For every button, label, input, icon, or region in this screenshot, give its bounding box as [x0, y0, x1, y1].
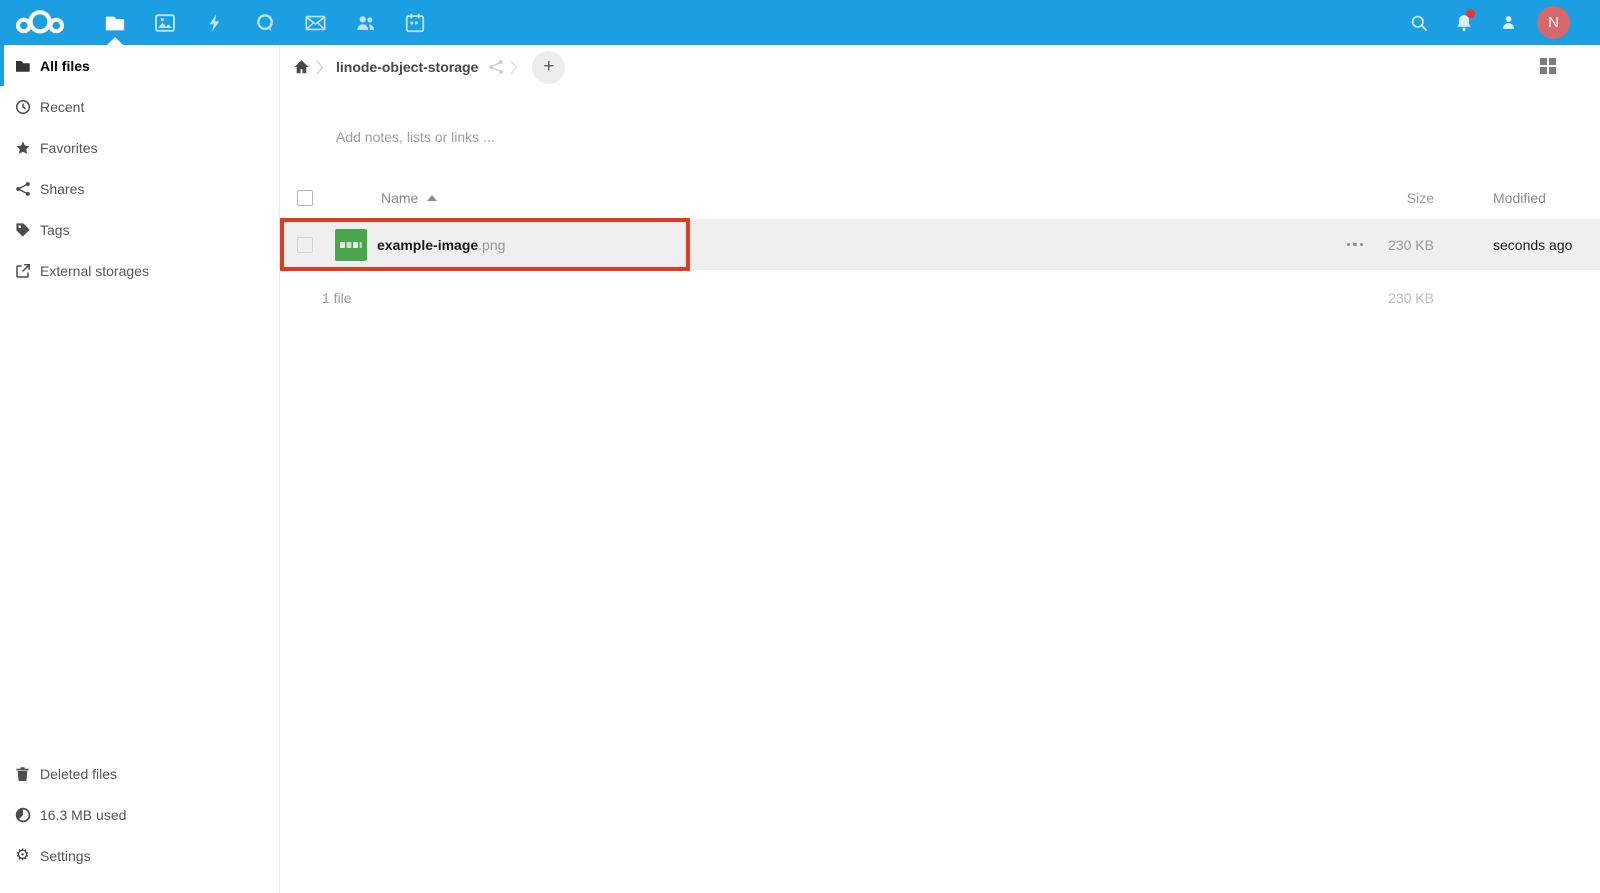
grid-icon — [1549, 58, 1556, 65]
sidebar-item-quota[interactable]: 16.3 MB used — [0, 794, 279, 835]
quota-pie-icon — [14, 806, 31, 823]
calendar-icon — [404, 12, 426, 34]
files-content: linode-object-storage + Add notes, lists… — [280, 45, 1600, 893]
clock-icon — [14, 98, 31, 115]
file-count-summary: 1 file — [322, 290, 352, 306]
app-calendar[interactable] — [390, 0, 440, 45]
files-sidebar: All files Recent Favorites Shares Tags E… — [0, 45, 280, 893]
sort-ascending-icon[interactable] — [427, 195, 437, 201]
sidebar-item-label: All files — [40, 58, 90, 74]
sidebar-item-tags[interactable]: Tags — [0, 209, 279, 250]
tag-icon — [14, 221, 31, 238]
sidebar-item-label: Recent — [40, 99, 84, 115]
user-avatar[interactable]: N — [1537, 6, 1570, 39]
sidebar-item-all-files[interactable]: All files — [0, 45, 279, 86]
app-contacts[interactable] — [340, 0, 390, 45]
sidebar-footer: Deleted files 16.3 MB used ⚙ Settings — [0, 753, 279, 876]
notifications-button[interactable] — [1441, 0, 1486, 45]
sidebar-item-label: Favorites — [40, 140, 98, 156]
sidebar-item-label: External storages — [40, 263, 149, 279]
top-bar-right: N — [1396, 0, 1600, 45]
app-photos[interactable] — [140, 0, 190, 45]
mail-icon — [304, 12, 327, 34]
file-actions-menu[interactable] — [1347, 237, 1364, 253]
file-thumbnail — [335, 229, 367, 261]
notes-input[interactable]: Add notes, lists or links ... — [336, 129, 1600, 145]
table-summary-row: 1 file 230 KB — [280, 270, 1600, 326]
nextcloud-logo[interactable] — [14, 8, 66, 38]
sidebar-item-recent[interactable]: Recent — [0, 86, 279, 127]
sidebar-item-label: Shares — [40, 181, 84, 197]
file-basename: example-image — [377, 237, 478, 253]
active-app-indicator — [107, 37, 123, 45]
sidebar-item-label: Settings — [40, 848, 91, 864]
column-header-size[interactable]: Size — [1380, 190, 1434, 206]
row-checkbox[interactable] — [297, 237, 313, 253]
lightning-icon — [205, 12, 225, 34]
sidebar-item-deleted-files[interactable]: Deleted files — [0, 753, 279, 794]
grid-icon — [1540, 67, 1547, 74]
sidebar-item-label: Tags — [40, 222, 70, 238]
photos-icon — [154, 12, 176, 34]
people-icon — [354, 12, 377, 34]
grid-icon — [1540, 58, 1547, 65]
file-table: Name Size Modified example-image.png — [280, 177, 1600, 326]
sidebar-item-external-storages[interactable]: External storages — [0, 250, 279, 291]
gear-icon: ⚙ — [14, 847, 31, 864]
contacts-menu-button[interactable] — [1486, 0, 1531, 45]
chevron-right-icon — [316, 60, 324, 75]
breadcrumb: linode-object-storage + — [280, 45, 1600, 89]
sidebar-item-shares[interactable]: Shares — [0, 168, 279, 209]
app-menu — [90, 0, 440, 45]
select-all-checkbox[interactable] — [297, 190, 313, 206]
grid-view-toggle[interactable] — [1540, 58, 1557, 75]
total-size-summary: 230 KB — [1388, 290, 1434, 306]
file-extension: .png — [478, 237, 505, 253]
sidebar-item-favorites[interactable]: Favorites — [0, 127, 279, 168]
column-header-modified[interactable]: Modified — [1434, 190, 1600, 206]
star-icon — [14, 139, 31, 156]
external-link-icon — [14, 262, 31, 279]
folder-icon — [14, 57, 31, 74]
app-activity[interactable] — [190, 0, 240, 45]
sidebar-item-settings[interactable]: ⚙ Settings — [0, 835, 279, 876]
chevron-right-icon — [510, 60, 518, 75]
file-size: 230 KB — [1380, 237, 1434, 253]
home-icon[interactable] — [293, 59, 310, 75]
share-folder-icon[interactable] — [488, 59, 504, 75]
file-row[interactable]: example-image.png 230 KB seconds ago — [280, 219, 1600, 270]
file-name[interactable]: example-image.png — [377, 237, 505, 253]
search-button[interactable] — [1396, 0, 1441, 45]
table-header-row: Name Size Modified — [280, 177, 1600, 219]
sidebar-item-label: Deleted files — [40, 766, 117, 782]
new-file-button[interactable]: + — [532, 51, 565, 84]
contact-icon — [1499, 13, 1518, 32]
trash-icon — [14, 765, 31, 782]
column-header-name[interactable]: Name — [381, 190, 418, 206]
app-files[interactable] — [90, 0, 140, 45]
app-mail[interactable] — [290, 0, 340, 45]
grid-icon — [1549, 67, 1556, 74]
file-modified: seconds ago — [1434, 237, 1600, 253]
search-icon — [1409, 13, 1429, 33]
sidebar-item-label: 16.3 MB used — [40, 807, 126, 823]
folder-icon — [104, 12, 126, 34]
share-icon — [14, 180, 31, 197]
app-talk[interactable] — [240, 0, 290, 45]
breadcrumb-folder[interactable]: linode-object-storage — [336, 59, 478, 75]
talk-bubble-icon — [254, 12, 276, 34]
top-bar: N — [0, 0, 1600, 45]
notification-badge — [1466, 9, 1475, 18]
